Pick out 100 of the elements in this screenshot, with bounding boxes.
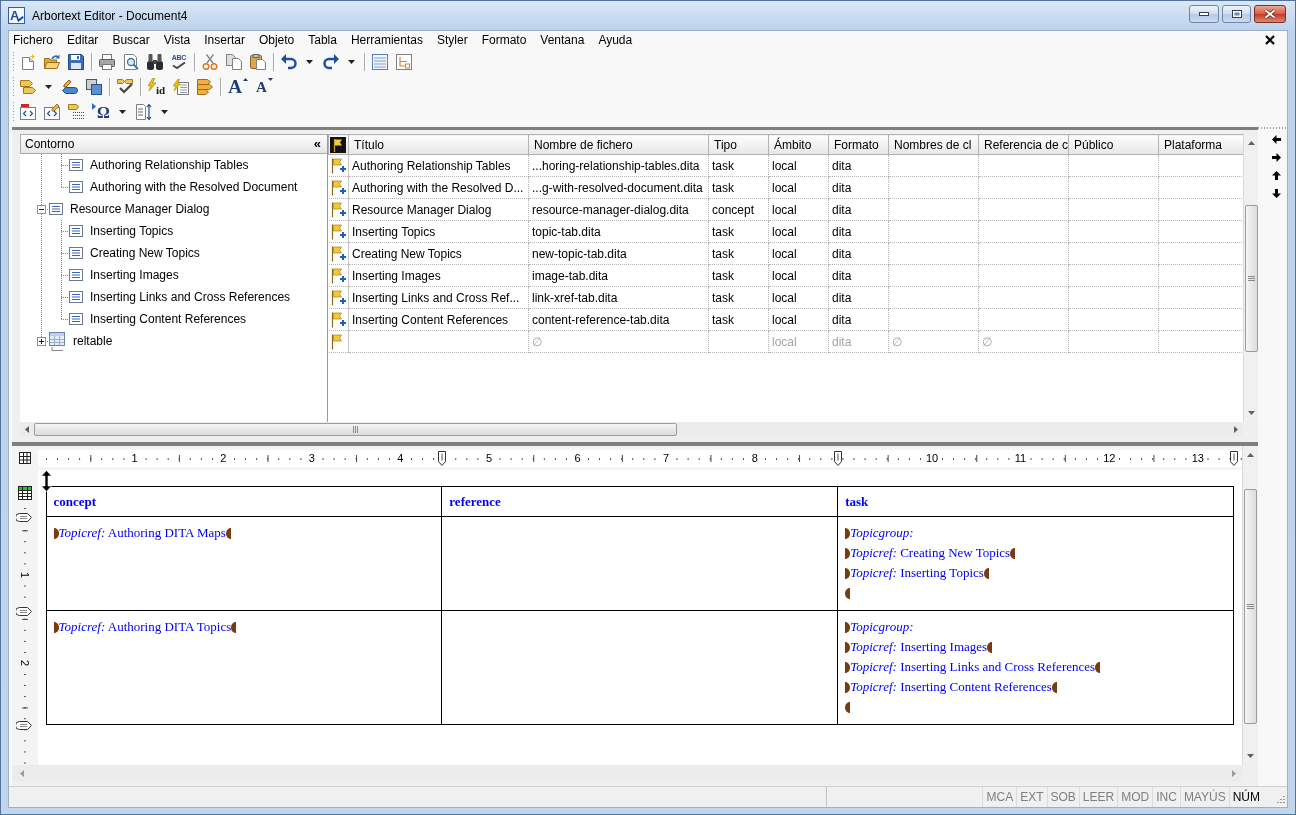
tree-item[interactable]: Inserting Links and Cross References bbox=[90, 290, 291, 304]
menu-item[interactable]: Objeto bbox=[254, 31, 299, 49]
menu-item[interactable]: Insertar bbox=[200, 31, 249, 49]
save-icon[interactable] bbox=[68, 53, 84, 70]
maximize-button[interactable] bbox=[1222, 4, 1251, 23]
arrow-down-icon[interactable] bbox=[1271, 189, 1281, 198]
arrow-right-icon[interactable] bbox=[1271, 153, 1281, 162]
markup-pencil-icon[interactable] bbox=[44, 103, 60, 120]
close-icon[interactable] bbox=[1265, 35, 1275, 45]
arrow-left-icon[interactable] bbox=[1271, 135, 1281, 144]
tree-item[interactable]: Authoring Relationship Tables bbox=[90, 158, 249, 172]
column-marker-icon[interactable] bbox=[834, 450, 842, 466]
menu-item[interactable]: Fichero bbox=[9, 31, 57, 49]
column-header[interactable]: Nombres de cl bbox=[888, 134, 979, 155]
close-button[interactable] bbox=[1254, 4, 1286, 23]
symbol-button[interactable]: Ω bbox=[92, 102, 110, 121]
tree-item[interactable]: Creating New Topics bbox=[90, 246, 200, 260]
document-icon bbox=[69, 247, 83, 259]
copy-icon[interactable] bbox=[226, 53, 242, 70]
row-handle-icon[interactable] bbox=[16, 720, 32, 730]
paste-icon[interactable] bbox=[250, 53, 266, 70]
dropdown-caret-icon[interactable] bbox=[160, 109, 168, 114]
scroll-thumb[interactable] bbox=[34, 422, 677, 436]
column-marker-icon[interactable] bbox=[438, 450, 446, 466]
menu-item[interactable]: Herramientas bbox=[346, 31, 427, 49]
minimize-button[interactable] bbox=[1189, 4, 1219, 23]
column-header[interactable]: Público bbox=[1068, 134, 1159, 155]
pencil-tag-icon[interactable] bbox=[62, 78, 78, 95]
tree-item[interactable]: Resource Manager Dialog bbox=[70, 202, 210, 216]
column-header[interactable]: Formato bbox=[828, 134, 889, 155]
dropdown-caret-icon[interactable] bbox=[348, 59, 355, 64]
scroll-up-icon[interactable] bbox=[1247, 453, 1254, 457]
app-logo: A bbox=[8, 7, 25, 24]
arrow-up-icon[interactable] bbox=[1271, 171, 1281, 180]
menu-item[interactable]: Ayuda bbox=[594, 31, 637, 49]
scroll-down-icon[interactable] bbox=[1247, 754, 1254, 758]
row-handle-icon[interactable] bbox=[16, 606, 32, 616]
table-cell: Inserting Content References bbox=[348, 308, 529, 331]
page-lightning-icon[interactable] bbox=[173, 78, 190, 95]
redo-icon[interactable] bbox=[323, 53, 339, 70]
sheet-icon[interactable] bbox=[372, 53, 388, 70]
tree-item[interactable]: reltable bbox=[73, 334, 113, 348]
menu-item[interactable]: Ventana bbox=[536, 31, 589, 49]
row-handle-icon[interactable] bbox=[16, 512, 32, 522]
menu-item[interactable]: Styler bbox=[432, 31, 472, 49]
scroll-left-icon[interactable] bbox=[25, 425, 29, 433]
menu-item[interactable]: Editar bbox=[63, 31, 103, 49]
tree-item[interactable]: Inserting Topics bbox=[90, 224, 174, 238]
printer-icon[interactable] bbox=[99, 53, 115, 70]
column-marker-icon[interactable] bbox=[1230, 450, 1238, 466]
column-header[interactable]: Ámbito bbox=[768, 134, 829, 155]
tags-icon[interactable] bbox=[20, 78, 36, 95]
grid-icon[interactable] bbox=[18, 486, 32, 500]
minus-box-icon[interactable] bbox=[37, 204, 46, 214]
toolbar-grip[interactable] bbox=[12, 77, 15, 96]
toolbar-grip[interactable] bbox=[12, 52, 15, 71]
column-header[interactable]: Tipo bbox=[708, 134, 769, 155]
undo-icon[interactable] bbox=[281, 53, 297, 70]
tags-check-icon[interactable] bbox=[117, 78, 133, 95]
id-button[interactable]: id bbox=[148, 77, 166, 96]
dropdown-caret-icon[interactable] bbox=[118, 109, 126, 114]
open-folder-icon[interactable] bbox=[44, 53, 60, 70]
binoculars-icon[interactable] bbox=[147, 53, 163, 70]
column-header[interactable]: Nombre de fichero bbox=[528, 134, 709, 155]
tree-item[interactable]: Inserting Images bbox=[90, 268, 179, 282]
grid-icon[interactable] bbox=[19, 452, 31, 464]
new-document-icon[interactable] bbox=[20, 53, 36, 70]
menu-item[interactable]: Tabla bbox=[304, 31, 341, 49]
menu-item[interactable]: Buscar bbox=[108, 31, 154, 49]
collapse-button[interactable]: « bbox=[313, 137, 321, 151]
menu-item[interactable]: Formato bbox=[477, 31, 531, 49]
line-spacing-icon[interactable] bbox=[135, 103, 152, 120]
plus-box-icon[interactable] bbox=[37, 336, 46, 346]
overlapping-squares-icon[interactable] bbox=[86, 78, 102, 95]
column-header[interactable]: Título bbox=[348, 134, 529, 155]
status-indicator: MCA bbox=[982, 787, 1017, 807]
font-size-button[interactable]: A bbox=[255, 77, 273, 96]
scroll-down-icon[interactable] bbox=[1247, 411, 1255, 415]
font-size-button[interactable]: A bbox=[228, 77, 248, 96]
column-header[interactable]: Referencia de c bbox=[978, 134, 1069, 155]
menu-item[interactable]: Vista bbox=[159, 31, 195, 49]
scroll-thumb[interactable] bbox=[1244, 489, 1257, 724]
scroll-right-icon[interactable] bbox=[1234, 425, 1238, 433]
stacked-tags-icon[interactable] bbox=[197, 78, 214, 95]
scissors-icon[interactable] bbox=[202, 53, 218, 70]
tree-item[interactable]: Authoring with the Resolved Document bbox=[90, 180, 298, 194]
vertical-scrollbar[interactable] bbox=[1242, 446, 1258, 765]
scroll-thumb[interactable] bbox=[1244, 205, 1258, 352]
resize-grip-icon[interactable] bbox=[1275, 795, 1285, 805]
tree-item[interactable]: Inserting Content References bbox=[90, 312, 247, 326]
dropdown-caret-icon[interactable] bbox=[45, 84, 52, 89]
dropdown-caret-icon[interactable] bbox=[306, 59, 313, 64]
scroll-up-icon[interactable] bbox=[1247, 141, 1255, 145]
column-header[interactable]: Plataforma bbox=[1158, 134, 1244, 155]
tree-view-icon[interactable] bbox=[396, 53, 412, 70]
markup-page-icon[interactable] bbox=[20, 103, 36, 120]
tag-list-icon[interactable] bbox=[68, 103, 84, 120]
print-preview-icon[interactable] bbox=[123, 53, 139, 70]
flag-tile-icon[interactable] bbox=[330, 136, 346, 153]
toolbar-grip[interactable] bbox=[12, 102, 15, 121]
